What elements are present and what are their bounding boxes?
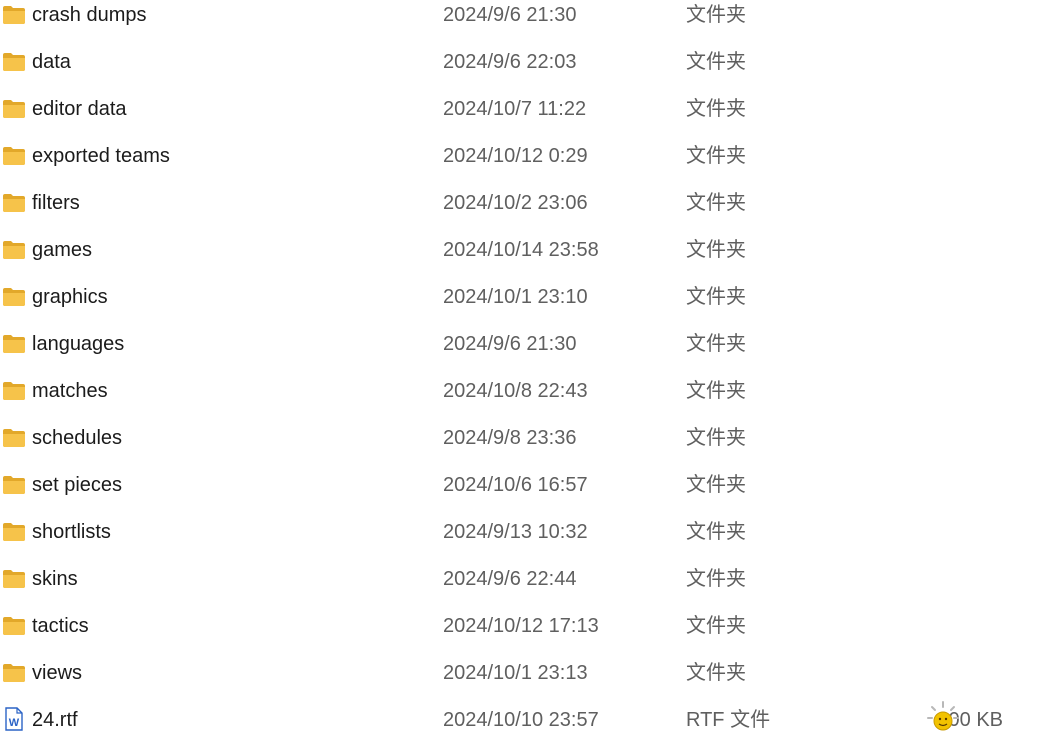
file-row[interactable]: W 24.rtf 2024/10/10 23:57 RTF 文件 300 KB xyxy=(0,696,1057,741)
folder-icon xyxy=(2,381,26,401)
file-name[interactable]: data xyxy=(32,49,71,75)
folder-icon xyxy=(2,5,26,25)
file-row[interactable]: views 2024/10/1 23:13 文件夹 xyxy=(0,649,1057,696)
file-modified-date: 2024/10/10 23:57 xyxy=(443,709,599,731)
folder-icon xyxy=(2,99,26,119)
file-name[interactable]: shortlists xyxy=(32,519,111,545)
file-row[interactable]: data 2024/9/6 22:03 文件夹 xyxy=(0,38,1057,85)
file-name[interactable]: schedules xyxy=(32,425,122,451)
file-row[interactable]: schedules 2024/9/8 23:36 文件夹 xyxy=(0,414,1057,461)
folder-icon xyxy=(2,287,26,307)
file-type: 文件夹 xyxy=(686,427,746,449)
folder-icon xyxy=(2,428,26,448)
file-modified-date: 2024/9/13 10:32 xyxy=(443,521,588,543)
file-row[interactable]: games 2024/10/14 23:58 文件夹 xyxy=(0,226,1057,273)
folder-icon xyxy=(2,52,26,72)
file-type: 文件夹 xyxy=(686,239,746,261)
folder-icon xyxy=(2,616,26,636)
file-row[interactable]: graphics 2024/10/1 23:10 文件夹 xyxy=(0,273,1057,320)
file-modified-date: 2024/9/6 21:30 xyxy=(443,4,577,26)
file-name[interactable]: skins xyxy=(32,566,78,592)
file-type: RTF 文件 xyxy=(686,709,771,731)
file-type: 文件夹 xyxy=(686,286,746,308)
file-row[interactable]: crash dumps 2024/9/6 21:30 文件夹 xyxy=(0,0,1057,38)
file-type: 文件夹 xyxy=(686,4,746,26)
file-type: 文件夹 xyxy=(686,521,746,543)
file-name[interactable]: filters xyxy=(32,190,80,216)
file-modified-date: 2024/10/6 16:57 xyxy=(443,474,588,496)
file-row[interactable]: tactics 2024/10/12 17:13 文件夹 xyxy=(0,602,1057,649)
file-row[interactable]: exported teams 2024/10/12 0:29 文件夹 xyxy=(0,132,1057,179)
file-type: 文件夹 xyxy=(686,145,746,167)
file-row[interactable]: shortlists 2024/9/13 10:32 文件夹 xyxy=(0,508,1057,555)
file-name[interactable]: set pieces xyxy=(32,472,122,498)
folder-icon xyxy=(2,522,26,542)
file-modified-date: 2024/9/8 23:36 xyxy=(443,427,577,449)
file-name[interactable]: editor data xyxy=(32,96,127,122)
file-name[interactable]: graphics xyxy=(32,284,108,310)
file-modified-date: 2024/10/1 23:10 xyxy=(443,286,588,308)
file-type: 文件夹 xyxy=(686,51,746,73)
file-type: 文件夹 xyxy=(686,333,746,355)
folder-icon xyxy=(2,569,26,589)
file-row[interactable]: matches 2024/10/8 22:43 文件夹 xyxy=(0,367,1057,414)
file-modified-date: 2024/10/8 22:43 xyxy=(443,380,588,402)
word-document-icon: W xyxy=(4,707,28,731)
file-type: 文件夹 xyxy=(686,192,746,214)
file-modified-date: 2024/9/6 22:44 xyxy=(443,568,577,590)
file-name[interactable]: crash dumps xyxy=(32,2,147,28)
file-modified-date: 2024/10/12 17:13 xyxy=(443,615,599,637)
file-type: 文件夹 xyxy=(686,662,746,684)
file-type: 文件夹 xyxy=(686,568,746,590)
file-name[interactable]: games xyxy=(32,237,92,263)
file-modified-date: 2024/10/2 23:06 xyxy=(443,192,588,214)
file-modified-date: 2024/10/14 23:58 xyxy=(443,239,599,261)
file-name[interactable]: matches xyxy=(32,378,108,404)
file-row[interactable]: editor data 2024/10/7 11:22 文件夹 xyxy=(0,85,1057,132)
file-modified-date: 2024/9/6 22:03 xyxy=(443,51,577,73)
file-row[interactable]: filters 2024/10/2 23:06 文件夹 xyxy=(0,179,1057,226)
file-type: 文件夹 xyxy=(686,380,746,402)
file-name[interactable]: 24.rtf xyxy=(32,707,78,733)
file-list: crash dumps 2024/9/6 21:30 文件夹 data 2024/9/6… xyxy=(0,0,1057,741)
file-row[interactable]: languages 2024/9/6 21:30 文件夹 xyxy=(0,320,1057,367)
file-row[interactable]: set pieces 2024/10/6 16:57 文件夹 xyxy=(0,461,1057,508)
svg-text:W: W xyxy=(9,717,20,729)
file-type: 文件夹 xyxy=(686,615,746,637)
folder-icon xyxy=(2,146,26,166)
file-name[interactable]: tactics xyxy=(32,613,89,639)
file-name[interactable]: languages xyxy=(32,331,124,357)
file-name[interactable]: views xyxy=(32,660,82,686)
file-modified-date: 2024/9/6 21:30 xyxy=(443,333,577,355)
folder-icon xyxy=(2,475,26,495)
folder-icon xyxy=(2,334,26,354)
file-modified-date: 2024/10/7 11:22 xyxy=(443,98,587,120)
file-name[interactable]: exported teams xyxy=(32,143,170,169)
file-type: 文件夹 xyxy=(686,98,746,120)
file-row[interactable]: skins 2024/9/6 22:44 文件夹 xyxy=(0,555,1057,602)
folder-icon xyxy=(2,240,26,260)
loading-spinner-icon xyxy=(927,701,959,731)
folder-icon xyxy=(2,663,26,683)
folder-icon xyxy=(2,193,26,213)
file-modified-date: 2024/10/12 0:29 xyxy=(443,145,588,167)
file-type: 文件夹 xyxy=(686,474,746,496)
file-modified-date: 2024/10/1 23:13 xyxy=(443,662,588,684)
